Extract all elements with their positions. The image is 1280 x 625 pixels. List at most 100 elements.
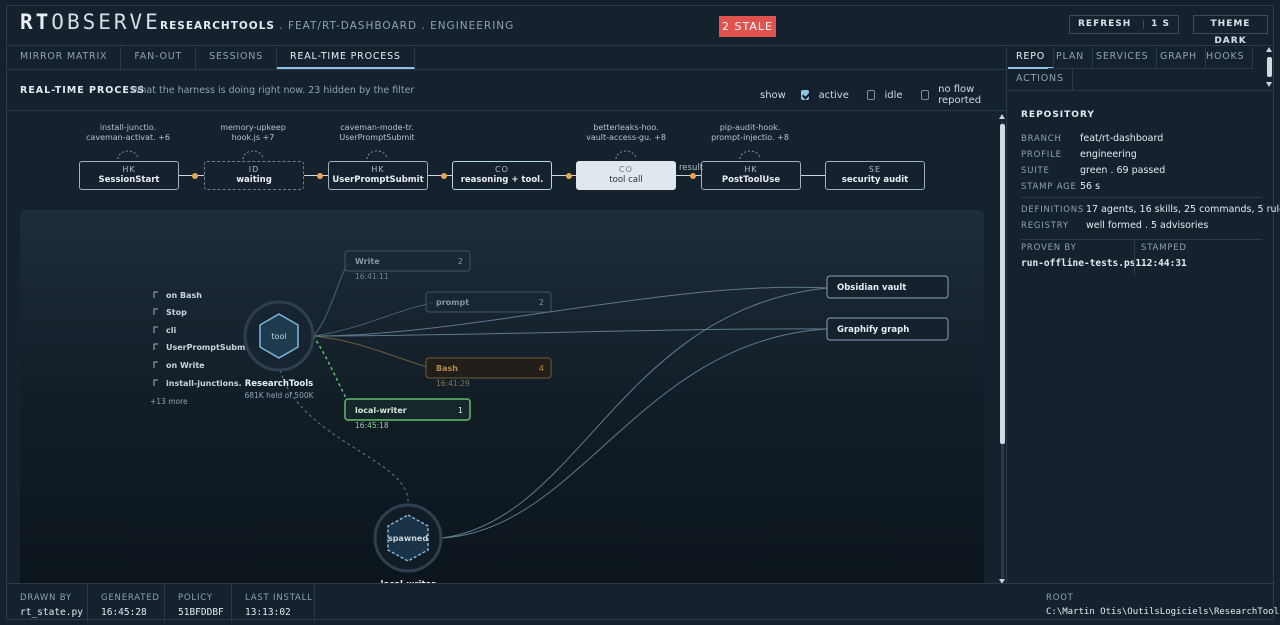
hook-label-userpromptsubmit: caveman-mode-tr. UserPromptSubmit (339, 123, 415, 142)
footer-drawn-by: DRAWN BY rt_state.py (7, 584, 88, 622)
app-logo: RTOBSERVE (20, 10, 161, 34)
branch-value: feat/rt-dashboard (1080, 133, 1164, 144)
edge-write (312, 261, 351, 337)
breadcrumb-rest: . FEAT/RT-DASHBOARD . ENGINEERING (274, 20, 515, 32)
svg-text:prompt: prompt (436, 298, 469, 307)
hook-stop: Stop (166, 308, 187, 317)
definitions-value: 17 agents, 16 skills, 25 commands, 5 rul… (1086, 204, 1280, 215)
edge-prompt (312, 302, 435, 337)
flow-dot (566, 172, 572, 179)
side-panel: REPO PLAN SERVICES GRAPH HOOKS ACTIONS R… (1008, 47, 1280, 583)
proven-by-value: run-offline-tests.ps1 (1021, 258, 1142, 269)
section-description: What the harness is doing right now. 23 … (131, 85, 415, 96)
tool-local-writer[interactable]: local-writer 1 16:45:18 (344, 398, 471, 430)
filter-idle-label[interactable]: idle (884, 90, 902, 101)
main-node-label: tool (271, 332, 286, 341)
tool-bash[interactable]: Bash 4 16:41:29 (425, 357, 552, 388)
stale-badge[interactable]: 2 STALE (719, 16, 776, 37)
registry-value: well formed . 5 advisories (1086, 220, 1209, 231)
svg-text:16:41:11: 16:41:11 (355, 272, 389, 281)
refresh-value[interactable]: 1 S (1151, 16, 1170, 33)
scroll-thumb[interactable] (1000, 124, 1005, 444)
main-node-title: ResearchTools (245, 379, 313, 389)
hook-install-junctions: install-junctions. (166, 379, 242, 388)
hook-cli: cli (166, 326, 176, 335)
scroll-down-icon[interactable] (1266, 82, 1272, 87)
scroll-thumb[interactable] (1267, 57, 1272, 77)
stage-posttooluse[interactable]: HK PostToolUse (701, 161, 801, 190)
stage-security-audit[interactable]: SE security audit (825, 161, 925, 190)
breadcrumb: RESEARCHTOOLS . FEAT/RT-DASHBOARD . ENGI… (160, 20, 514, 32)
side-tabs-scrollbar[interactable] (1266, 47, 1273, 87)
visibility-filter: show active idle no flow reported (760, 84, 1006, 106)
stage-reasoning[interactable]: CO reasoning + tool. (452, 161, 552, 190)
filter-active-checkbox[interactable] (800, 90, 810, 100)
filter-no-flow-label[interactable]: no flow reported (938, 84, 1006, 106)
flow-dot (441, 172, 447, 179)
edge-bash (312, 335, 435, 370)
hook-more: +13 more (150, 397, 188, 406)
stamped-label: STAMPED (1141, 243, 1187, 253)
svg-text:2: 2 (458, 257, 463, 266)
flow-dot (690, 172, 696, 179)
suite-value: green . 69 passed (1080, 165, 1166, 176)
hook-list: on Bash Stop cli UserPromptSubmit on Wri… (150, 291, 252, 406)
tab-mirror-matrix[interactable]: MIRROR MATRIX (7, 47, 122, 69)
result-label: result (679, 163, 704, 173)
filter-no-flow-checkbox[interactable] (920, 90, 930, 100)
footer-policy: POLICY 51BFDDBF (165, 584, 232, 622)
graph-scrollbar[interactable] (999, 114, 1006, 584)
stage-sessionstart[interactable]: HK SessionStart (79, 161, 179, 190)
tab-real-time-process[interactable]: REAL-TIME PROCESS (277, 47, 415, 69)
svg-text:1: 1 (458, 406, 463, 415)
side-tab-hooks[interactable]: HOOKS (1198, 47, 1254, 69)
stage-waiting[interactable]: ID waiting (204, 161, 304, 190)
side-tab-plan[interactable]: PLAN (1048, 47, 1094, 69)
profile-value: engineering (1080, 149, 1137, 160)
edge-spawned (279, 369, 409, 503)
target-obsidian-vault[interactable]: Obsidian vault (826, 275, 949, 299)
footer-root: ROOT C:\Martin Otis\OutilsLogiciels\Resea… (1046, 593, 1280, 617)
tab-fan-out[interactable]: FAN-OUT (121, 47, 197, 69)
theme-toggle-button[interactable]: THEME DARK (1193, 15, 1268, 46)
process-graph: on Bash Stop cli UserPromptSubmit on Wri… (150, 250, 949, 583)
scroll-up-icon[interactable] (999, 114, 1005, 119)
svg-text:Bash: Bash (436, 364, 458, 373)
process-graph-canvas[interactable]: on Bash Stop cli UserPromptSubmit on Wri… (20, 210, 984, 583)
edge-spawned-obsidian (441, 287, 828, 539)
refresh-control[interactable]: REFRESH 1 S (1069, 15, 1179, 34)
section-title: REAL-TIME PROCESS (20, 85, 146, 96)
footer-last-install: LAST INSTALL 13:13:02 (232, 584, 315, 622)
filter-idle-checkbox[interactable] (866, 90, 876, 100)
main-tabs: MIRROR MATRIX FAN-OUT SESSIONS REAL-TIME… (7, 47, 415, 69)
svg-text:4: 4 (539, 364, 544, 373)
scroll-up-icon[interactable] (1266, 47, 1272, 52)
tool-prompt[interactable]: prompt 2 (425, 291, 552, 313)
footer-generated: GENERATED 16:45:28 (88, 584, 165, 622)
side-tab-services[interactable]: SERVICES (1088, 47, 1158, 69)
breadcrumb-project[interactable]: RESEARCHTOOLS (160, 20, 275, 32)
spawned-node[interactable]: spawned local-writer (373, 503, 443, 583)
filter-active-label[interactable]: active (818, 90, 848, 101)
hook-userpromptsubmit: UserPromptSubmit (166, 343, 252, 352)
hook-arcs (117, 150, 761, 160)
hook-on-bash: on Bash (166, 291, 202, 300)
svg-text:Obsidian vault: Obsidian vault (837, 283, 906, 293)
side-tab-actions[interactable]: ACTIONS (1008, 69, 1073, 91)
svg-text:Write: Write (355, 257, 380, 266)
stage-userpromptsubmit[interactable]: HK UserPromptSubmit (328, 161, 428, 190)
tool-write[interactable]: Write 2 16:41:11 (344, 250, 471, 281)
target-graphify-graph[interactable]: Graphify graph (826, 317, 949, 341)
svg-text:local-writer: local-writer (355, 406, 407, 415)
tab-sessions[interactable]: SESSIONS (196, 47, 278, 69)
hook-label-waiting: memory-upkeep hook.js +7 (220, 123, 286, 142)
stage-tool-call[interactable]: CO tool call (576, 161, 676, 190)
main-node-subtitle: 681K held of 500K (244, 391, 314, 400)
stamp-age-value: 56 s (1080, 181, 1101, 192)
svg-text:2: 2 (539, 298, 544, 307)
app-window: RTOBSERVE RESEARCHTOOLS . FEAT/RT-DASHBO… (6, 5, 1280, 622)
main-node[interactable]: tool ResearchTools 681K held of 500K (243, 300, 315, 400)
hook-label-tool-call: betterleaks-hoo. vault-access-gu. +8 (586, 123, 666, 142)
hook-label-sessionstart: install-junctio. caveman-activat. +6 (86, 123, 170, 142)
top-header: RTOBSERVE RESEARCHTOOLS . FEAT/RT-DASHBO… (7, 6, 1275, 46)
